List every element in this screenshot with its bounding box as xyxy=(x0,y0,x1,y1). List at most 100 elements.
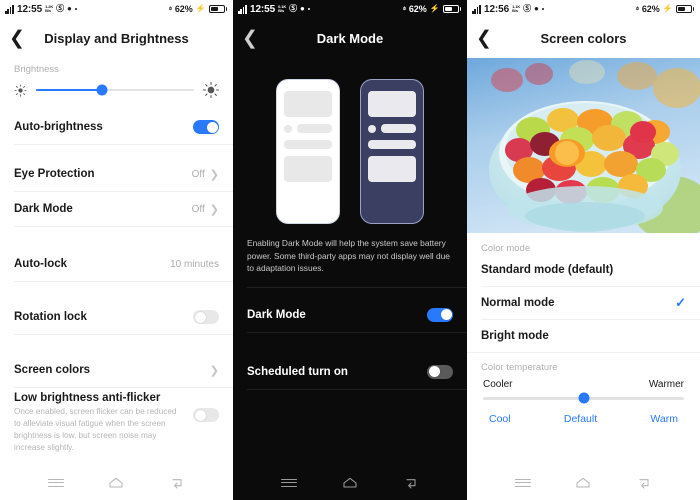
brightness-section-label: Brightness xyxy=(14,64,59,75)
three-screen-comparison: 12:55 1.2K B/s Ⓢ ● ⏱ 62% ⚡ ❮ Display and … xyxy=(0,0,700,500)
chevron-right-icon: ❯ xyxy=(209,364,219,377)
page-title: Display and Brightness xyxy=(44,30,189,46)
menu-icon[interactable] xyxy=(281,475,298,491)
sun-large-icon xyxy=(203,82,220,99)
row-value-dark-mode: Off xyxy=(191,203,205,215)
back-chevron-icon[interactable]: ❮ xyxy=(0,29,34,48)
preset-default-button[interactable]: Default xyxy=(564,413,597,425)
status-clock: 12:55 xyxy=(250,3,276,15)
alarm-icon: ⏱ xyxy=(168,6,172,11)
network-speed-icon: 0.1K B/s xyxy=(278,4,287,13)
row-label-dark-mode: Dark Mode xyxy=(247,308,306,321)
battery-percent: 62% xyxy=(408,4,427,14)
dark-mode-preview-illustration xyxy=(233,58,467,233)
panel-display-and-brightness: 12:55 1.2K B/s Ⓢ ● ⏱ 62% ⚡ ❮ Display and … xyxy=(0,0,233,500)
divider xyxy=(247,388,467,390)
preset-cool-button[interactable]: Cool xyxy=(489,413,511,425)
row-label-auto-brightness: Auto-brightness xyxy=(14,121,103,133)
option-bright-mode[interactable]: Bright mode xyxy=(467,320,700,352)
back-icon[interactable] xyxy=(169,475,185,491)
status-clock: 12:55 xyxy=(17,3,43,15)
color-temperature-endpoints: Cooler Warmer xyxy=(467,373,700,390)
status-bar: 12:55 1.2K B/s Ⓢ ● ⏱ 62% ⚡ xyxy=(0,0,233,18)
color-mode-label: Color mode xyxy=(481,243,531,254)
status-bar: 12:55 0.1K B/s Ⓢ ● ⏱ 62% ⚡ xyxy=(233,0,467,18)
alarm-icon: ⏱ xyxy=(635,6,639,11)
option-label-standard-mode: Standard mode (default) xyxy=(481,264,614,276)
row-eye-protection[interactable]: Eye Protection Off ❯ xyxy=(0,157,233,191)
row-label-screen-colors: Screen colors xyxy=(14,364,91,376)
status-dot-icon xyxy=(307,8,310,10)
menu-icon[interactable] xyxy=(48,475,65,491)
dnd-icon: Ⓢ xyxy=(289,4,298,13)
row-label-dark-mode: Dark Mode xyxy=(14,203,73,215)
row-description-anti-flicker: Once enabled, screen flicker can be redu… xyxy=(14,407,177,452)
charging-bolt-icon: ⚡ xyxy=(195,4,206,13)
weather-icon: ● xyxy=(300,4,305,13)
row-screen-colors[interactable]: Screen colors ❯ xyxy=(0,353,233,387)
color-temperature-slider[interactable] xyxy=(467,390,700,404)
back-chevron-icon[interactable]: ❮ xyxy=(233,29,267,48)
dark-mode-description: Enabling Dark Mode will help the system … xyxy=(247,238,450,274)
dnd-icon: Ⓢ xyxy=(523,4,532,13)
home-icon[interactable] xyxy=(108,475,124,491)
status-dot-icon xyxy=(74,8,77,10)
navigation-bar xyxy=(233,465,467,500)
row-rotation-lock[interactable]: Rotation lock xyxy=(0,300,233,334)
row-auto-brightness[interactable]: Auto-brightness xyxy=(0,110,233,144)
option-normal-mode[interactable]: Normal mode ✓ xyxy=(467,287,700,319)
navigation-bar xyxy=(0,465,233,500)
status-bar: 12:56 1.1K B/s Ⓢ ● ⏱ 62% ⚡ xyxy=(467,0,700,18)
row-dark-mode[interactable]: Dark Mode Off ❯ xyxy=(0,192,233,226)
toggle-anti-flicker[interactable] xyxy=(193,408,219,422)
color-temperature-label: Color temperature xyxy=(481,362,558,373)
back-chevron-icon[interactable]: ❮ xyxy=(467,29,501,48)
light-mode-preview xyxy=(277,80,339,223)
row-label-rotation-lock: Rotation lock xyxy=(14,311,87,323)
option-label-normal-mode: Normal mode xyxy=(481,297,555,309)
brightness-slider[interactable] xyxy=(36,84,194,96)
chevron-right-icon: ❯ xyxy=(209,168,219,181)
back-icon[interactable] xyxy=(403,475,419,491)
signal-bars-icon xyxy=(238,4,247,14)
row-label-scheduled-turn-on: Scheduled turn on xyxy=(247,365,348,378)
sun-small-icon xyxy=(14,83,27,97)
row-value-auto-lock: 10 minutes xyxy=(170,258,219,270)
row-label-anti-flicker: Low brightness anti-flicker xyxy=(14,392,161,404)
charging-bolt-icon: ⚡ xyxy=(429,4,440,13)
preset-warm-button[interactable]: Warm xyxy=(650,413,678,425)
battery-icon xyxy=(208,5,227,13)
row-scheduled-turn-on[interactable]: Scheduled turn on xyxy=(233,355,467,389)
panel-screen-colors: 12:56 1.1K B/s Ⓢ ● ⏱ 62% ⚡ ❮ Screen color… xyxy=(467,0,700,500)
alarm-icon: ⏱ xyxy=(402,6,406,11)
option-standard-mode[interactable]: Standard mode (default) xyxy=(467,254,700,286)
status-dot-icon xyxy=(541,8,544,10)
weather-icon: ● xyxy=(67,4,72,13)
toggle-scheduled-turn-on[interactable] xyxy=(427,364,453,379)
row-dark-mode-toggle[interactable]: Dark Mode xyxy=(233,298,467,332)
status-clock: 12:56 xyxy=(484,3,510,15)
row-auto-lock[interactable]: Auto-lock 10 minutes xyxy=(0,247,233,281)
battery-percent: 62% xyxy=(641,4,660,14)
signal-bars-icon xyxy=(472,4,481,14)
home-icon[interactable] xyxy=(342,475,358,491)
battery-percent: 62% xyxy=(174,4,193,14)
row-label-eye-protection: Eye Protection xyxy=(14,168,95,180)
menu-icon[interactable] xyxy=(515,475,532,491)
toggle-rotation-lock[interactable] xyxy=(193,310,219,324)
weather-icon: ● xyxy=(534,4,539,13)
home-icon[interactable] xyxy=(575,475,591,491)
battery-icon xyxy=(442,5,461,13)
title-bar: ❮ Dark Mode xyxy=(233,18,467,58)
brightness-slider-row[interactable] xyxy=(0,75,233,99)
toggle-auto-brightness[interactable] xyxy=(193,120,219,134)
title-bar: ❮ Screen colors xyxy=(467,18,700,58)
option-label-bright-mode: Bright mode xyxy=(481,330,549,342)
network-speed-icon: 1.2K B/s xyxy=(45,4,54,13)
navigation-bar xyxy=(467,465,700,500)
row-low-brightness-anti-flicker[interactable]: Low brightness anti-flicker Once enabled… xyxy=(0,388,233,462)
page-title: Dark Mode xyxy=(316,30,384,46)
network-speed-icon: 1.1K B/s xyxy=(512,4,521,13)
back-icon[interactable] xyxy=(636,475,652,491)
toggle-dark-mode[interactable] xyxy=(427,307,453,322)
